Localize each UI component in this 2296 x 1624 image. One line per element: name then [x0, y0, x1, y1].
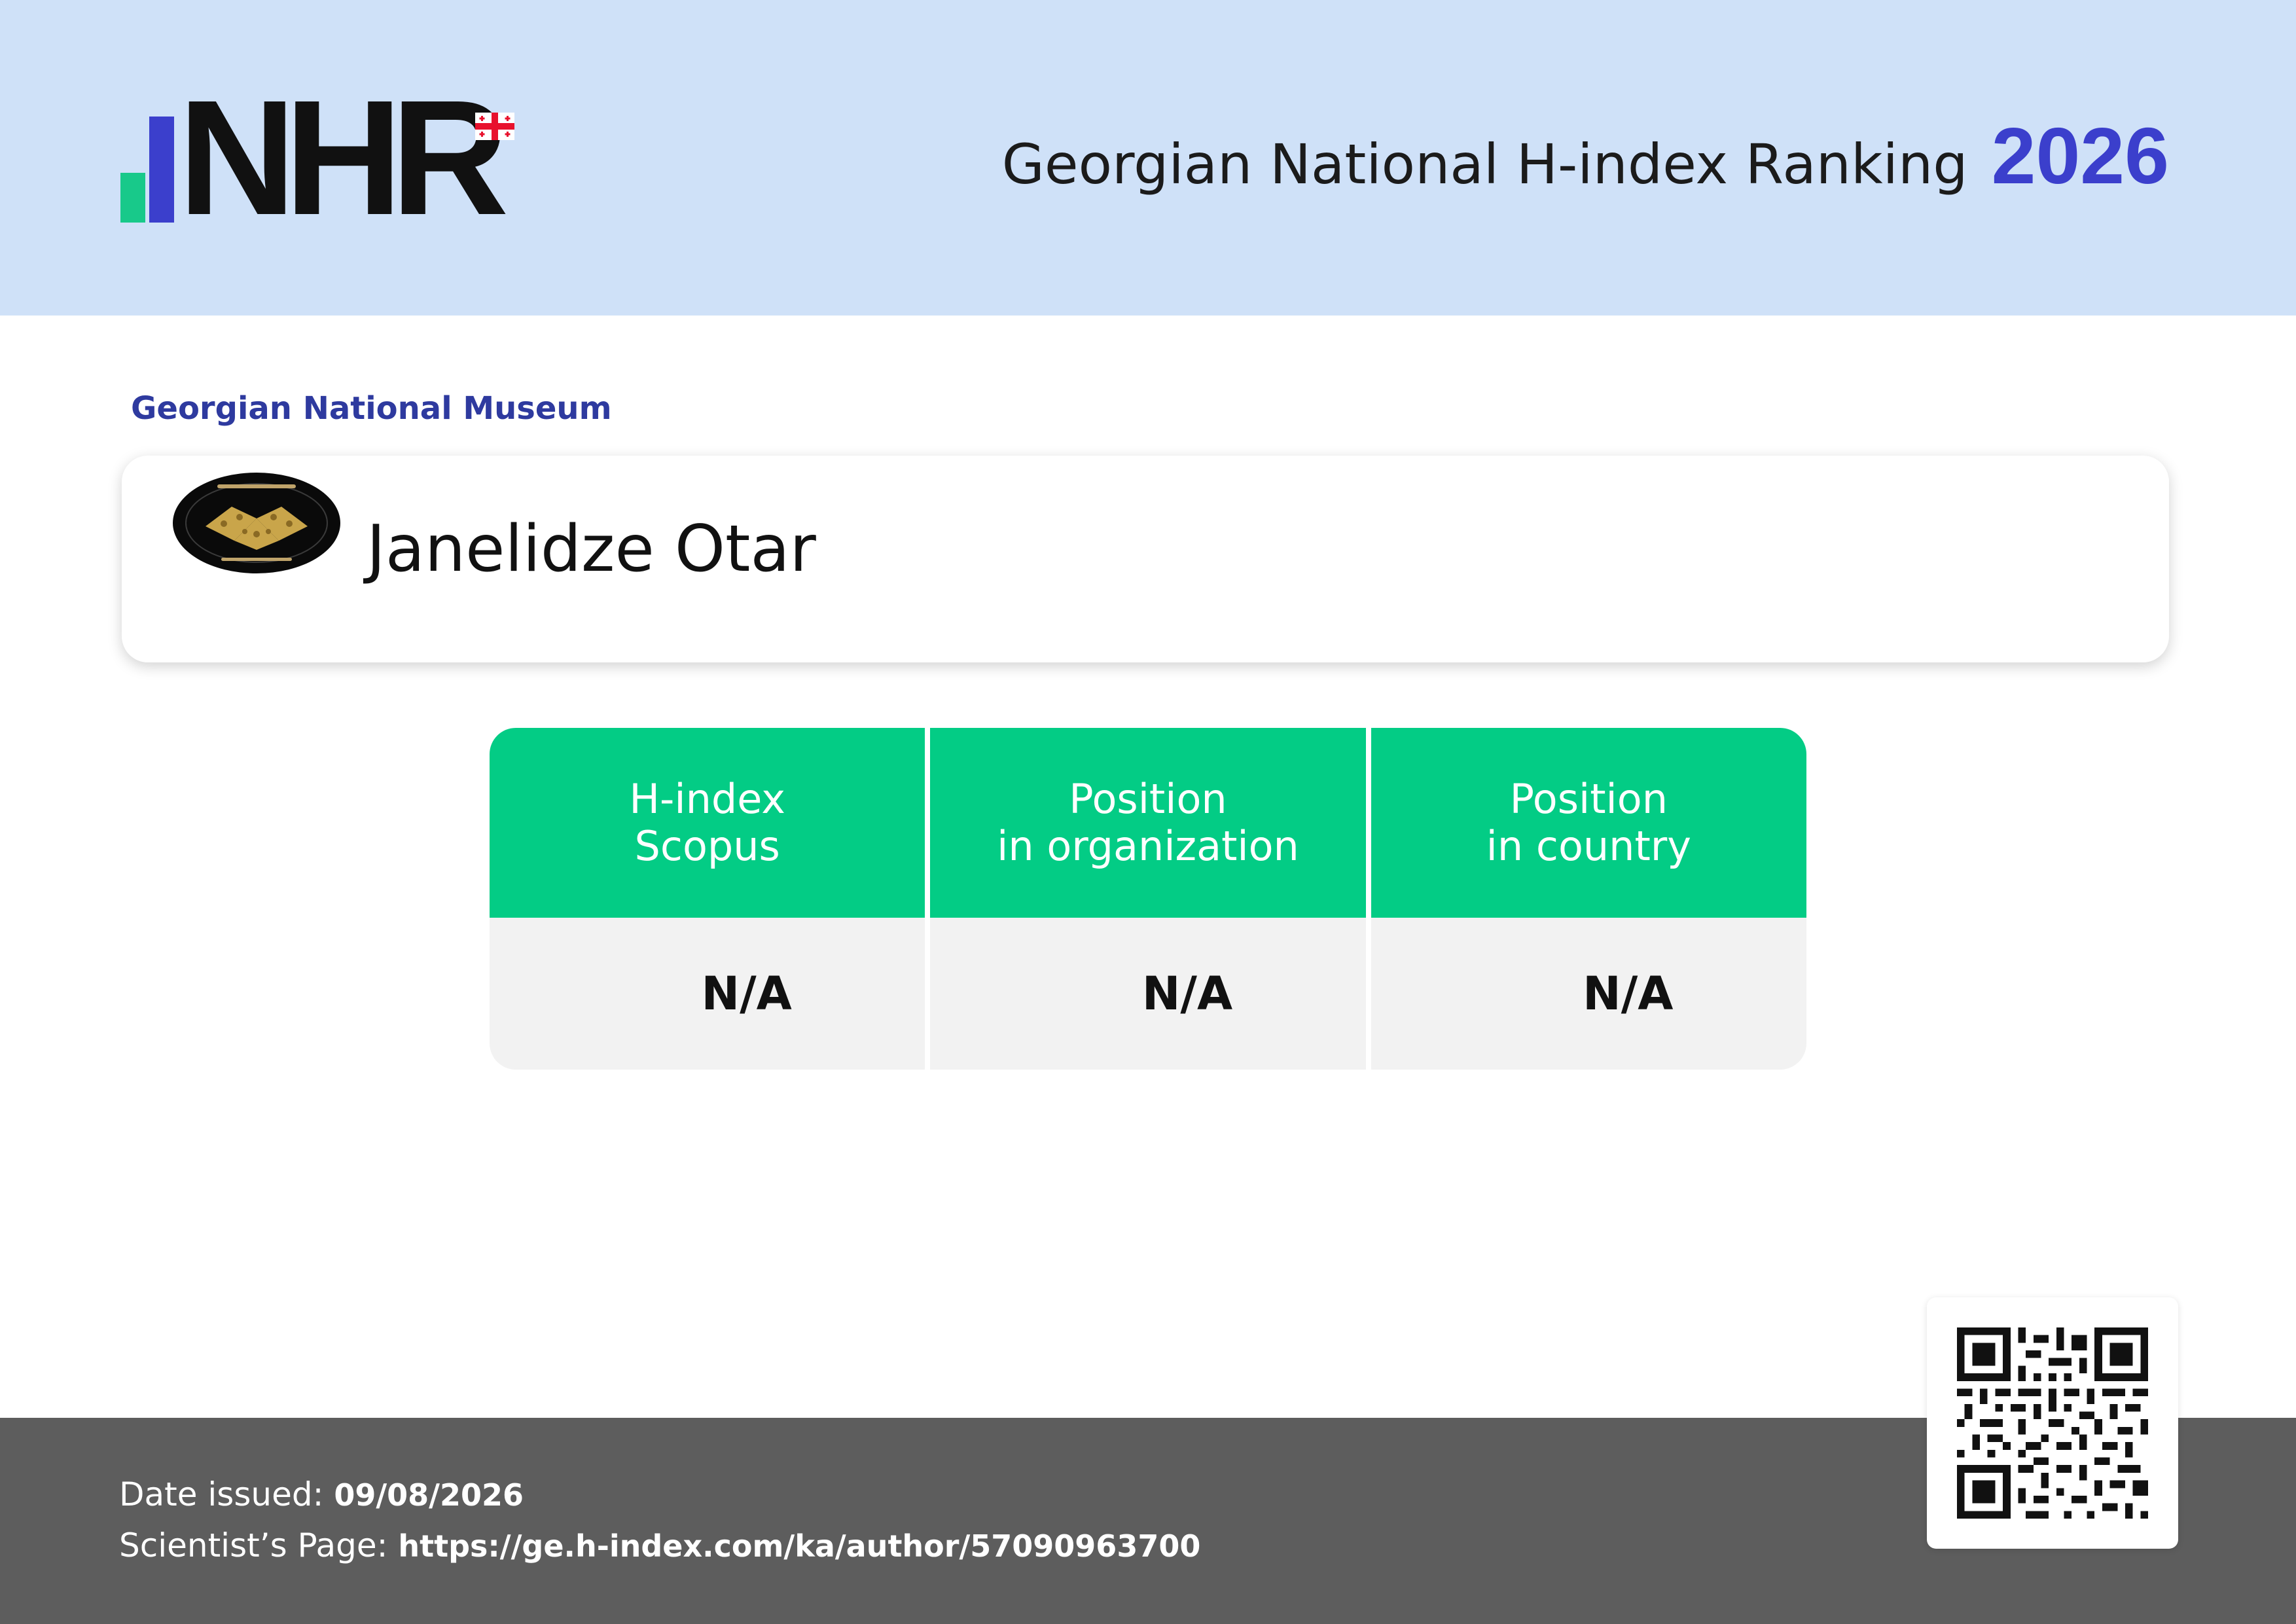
stats-table: H-index Scopus Position in organization …	[490, 728, 1806, 1070]
qr-code[interactable]	[1927, 1297, 2178, 1549]
nhr-logo: NHR	[119, 76, 525, 240]
date-value: 09/08/2026	[334, 1477, 524, 1513]
qr-code-icon	[1957, 1327, 2148, 1519]
stat-header-line: in country	[1486, 822, 1691, 870]
museum-emblem-icon	[173, 473, 340, 573]
stat-header-line: Position	[1509, 775, 1668, 823]
stat-header-country: Position in country	[1371, 728, 1806, 918]
scientist-page-link[interactable]: https://ge.h-index.com/ka/author/5709096…	[398, 1528, 1200, 1564]
georgian-flag-icon	[475, 113, 514, 140]
ranking-title: Georgian National H-index Ranking 2026	[1002, 110, 2169, 202]
stat-header-line: Position	[1069, 775, 1227, 823]
header-banner: NHR Georgian National H-index Ranking 20…	[0, 0, 2296, 316]
stat-value-organization: N/A	[930, 918, 1366, 1070]
scientist-card: Janelidze Otar	[122, 456, 2169, 662]
ranking-title-text: Georgian National H-index Ranking	[1001, 132, 1968, 196]
ranking-year: 2026	[1991, 111, 2169, 200]
stat-header-hindex: H-index Scopus	[490, 728, 925, 918]
bar-chart-icon	[119, 105, 178, 223]
scientist-name: Janelidze Otar	[367, 512, 816, 586]
logo-text: NHR	[178, 66, 509, 249]
stat-value-hindex: N/A	[490, 918, 925, 1070]
page-label: Scientist’s Page:	[119, 1526, 388, 1564]
scientist-page: Scientist’s Page: https://ge.h-index.com…	[119, 1526, 1200, 1564]
stat-header-line: Scopus	[634, 822, 780, 870]
date-label: Date issued:	[119, 1475, 324, 1513]
date-issued: Date issued: 09/08/2026	[119, 1475, 524, 1513]
stat-header-organization: Position in organization	[930, 728, 1366, 918]
stat-header-line: in organization	[997, 822, 1299, 870]
stat-value-country: N/A	[1371, 918, 1806, 1070]
organization-name[interactable]: Georgian National Museum	[131, 390, 612, 427]
stat-header-line: H-index	[629, 775, 785, 823]
